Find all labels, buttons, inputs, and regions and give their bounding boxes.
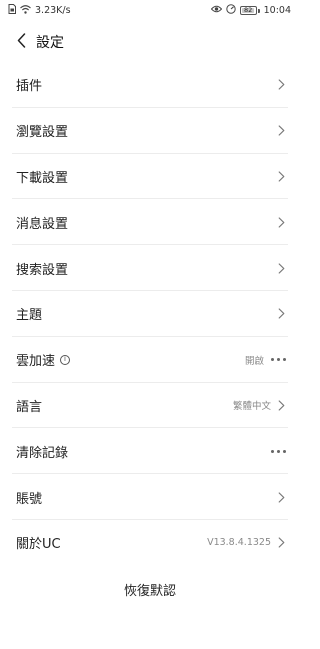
chevron-left-icon — [17, 32, 26, 52]
row-right — [278, 216, 286, 228]
settings-item-download[interactable]: 下載設置 — [0, 154, 300, 200]
row-right — [278, 491, 286, 503]
chevron-right-icon — [278, 308, 286, 320]
settings-item-label-wrap: 雲加速 i — [16, 350, 71, 370]
settings-item-label: 語言 — [16, 399, 43, 415]
settings-item-label: 搜索設置 — [16, 262, 69, 278]
row-right: 開啟 — [245, 353, 286, 367]
settings-item-about[interactable]: 關於UC V13.8.4.1325 — [0, 520, 300, 566]
language-value: 繁體中文 — [232, 401, 271, 413]
speedometer-icon — [225, 4, 236, 17]
settings-item-label: 下載設置 — [16, 170, 69, 186]
battery-level: 82 — [243, 6, 253, 15]
row-right — [278, 170, 286, 182]
chevron-right-icon — [278, 79, 286, 91]
more-icon[interactable] — [271, 449, 286, 453]
chevron-right-icon — [278, 537, 286, 549]
row-right: 繁體中文 — [233, 398, 286, 412]
network-speed: 3.23K/s — [35, 5, 71, 16]
battery-icon: 82 — [239, 6, 257, 15]
chevron-right-icon — [278, 170, 286, 182]
status-bar: 3.23K/s 82 10:04 — [0, 0, 300, 21]
version-value: V13.8.4.1325 — [207, 537, 271, 549]
row-right: V13.8.4.1325 — [207, 537, 286, 549]
more-icon[interactable] — [271, 358, 286, 362]
clock: 10:04 — [263, 5, 291, 16]
row-right — [278, 125, 286, 137]
settings-item-label: 關於UC — [16, 537, 61, 553]
back-button[interactable] — [10, 29, 32, 55]
settings-item-search[interactable]: 搜索設置 — [0, 245, 300, 291]
settings-item-messages[interactable]: 消息設置 — [0, 199, 300, 245]
settings-item-label: 消息設置 — [16, 216, 69, 232]
settings-item-language[interactable]: 語言 繁體中文 — [0, 383, 300, 429]
settings-item-clear-records[interactable]: 清除記錄 — [0, 428, 300, 474]
battery-cap — [257, 8, 260, 13]
settings-item-label: 賬號 — [16, 491, 43, 507]
chevron-right-icon — [278, 491, 286, 503]
settings-item-label: 清除記錄 — [16, 445, 69, 461]
settings-item-label: 瀏覽設置 — [16, 125, 69, 141]
row-right — [278, 308, 286, 320]
settings-item-browse[interactable]: 瀏覽設置 — [0, 108, 300, 154]
restore-defaults-button[interactable]: 恢復默認 — [0, 575, 300, 603]
status-left: 3.23K/s — [8, 4, 71, 17]
row-right — [278, 262, 286, 274]
chevron-right-icon — [278, 216, 286, 228]
chevron-right-icon — [278, 125, 286, 137]
settings-item-cloud-accel[interactable]: 雲加速 i 開啟 — [0, 337, 300, 383]
settings-item-plugins[interactable]: 插件 — [0, 62, 300, 108]
page-title: 設定 — [36, 35, 64, 51]
settings-item-label: 插件 — [16, 79, 43, 95]
row-right — [271, 449, 286, 453]
settings-item-label: 主題 — [16, 308, 43, 324]
settings-item-account[interactable]: 賬號 — [0, 474, 300, 520]
settings-list: 插件 瀏覽設置 下載設置 消息設置 搜索設置 主題 雲加速 i 開啟 語言 繁體… — [0, 62, 300, 566]
row-right — [278, 79, 286, 91]
header: 設定 — [0, 26, 300, 58]
chevron-right-icon — [278, 399, 286, 411]
status-right: 82 10:04 — [210, 4, 291, 17]
settings-item-theme[interactable]: 主題 — [0, 291, 300, 337]
wifi-icon — [20, 4, 31, 17]
sim-card-icon — [8, 4, 16, 17]
cloud-accel-status: 開啟 — [244, 355, 264, 367]
chevron-right-icon — [278, 262, 286, 274]
info-icon[interactable]: i — [60, 354, 71, 365]
settings-item-label: 雲加速 — [16, 354, 56, 370]
eye-icon — [210, 5, 222, 16]
